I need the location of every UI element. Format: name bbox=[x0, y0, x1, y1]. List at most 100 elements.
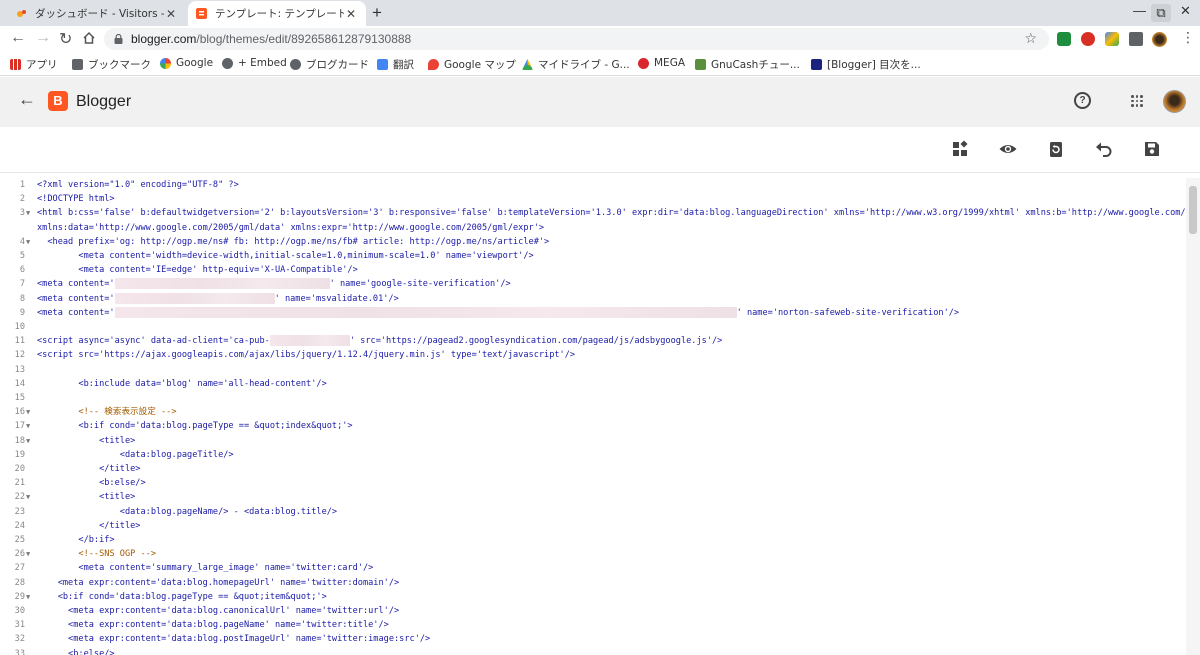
extension-sitemap-icon[interactable] bbox=[1105, 32, 1119, 46]
line-number: 1 bbox=[19, 180, 25, 190]
code-line[interactable]: 5 <meta content='width=device-width,init… bbox=[0, 249, 1185, 263]
help-icon[interactable]: ? bbox=[1074, 92, 1091, 109]
fold-arrow-icon[interactable]: ▼ bbox=[26, 547, 30, 561]
fold-arrow-icon[interactable]: ▼ bbox=[26, 405, 30, 419]
fold-arrow-icon[interactable]: ▼ bbox=[26, 490, 30, 504]
code-line[interactable]: 22 ▼ <title> bbox=[0, 490, 1185, 504]
code-line[interactable]: 30 <meta expr:content='data:blog.canonic… bbox=[0, 604, 1185, 618]
bookmark-blogcard[interactable]: ブログカード bbox=[290, 57, 369, 72]
code-line[interactable]: 19 <data:blog.pageTitle/> bbox=[0, 448, 1185, 462]
home-icon[interactable] bbox=[82, 31, 96, 45]
reload-icon[interactable]: ↻ bbox=[59, 29, 72, 49]
extensions-puzzle-icon[interactable] bbox=[1129, 32, 1143, 46]
bookmark-bookmarks-folder[interactable]: ブックマーク bbox=[72, 57, 151, 72]
extension-check-icon[interactable] bbox=[1057, 32, 1071, 46]
code-line[interactable]: 11 <script async='async' data-ad-client='… bbox=[0, 334, 1185, 348]
code-line[interactable]: 20 </title> bbox=[0, 462, 1185, 476]
code-line[interactable]: 17 ▼ <b:if cond='data:blog.pageType == &q… bbox=[0, 419, 1185, 433]
code-line[interactable]: 33 <b:else/> bbox=[0, 647, 1185, 655]
line-number: 20 bbox=[14, 464, 25, 474]
fold-arrow-icon[interactable]: ▼ bbox=[26, 419, 30, 433]
address-bar[interactable]: blogger.com/blog/themes/edit/89265861287… bbox=[104, 28, 1049, 50]
code-line[interactable]: 18 ▼ <title> bbox=[0, 434, 1185, 448]
code-line[interactable]: 9 <meta content=' ' name='norton-safeweb-s… bbox=[0, 306, 1185, 320]
undo-icon[interactable] bbox=[1094, 139, 1114, 159]
new-tab-button[interactable]: + bbox=[372, 3, 382, 23]
bookmark-star-icon[interactable]: ☆ bbox=[1024, 30, 1037, 47]
back-arrow-icon[interactable]: ← bbox=[18, 89, 36, 110]
code-line[interactable]: 28 <meta expr:content='data:blog.homepag… bbox=[0, 576, 1185, 590]
bookmark-blogger-toc[interactable]: [Blogger] 目次を... bbox=[811, 57, 921, 72]
code-text: </title> bbox=[37, 464, 141, 474]
fold-arrow-icon[interactable]: ▼ bbox=[26, 434, 30, 448]
google-apps-icon[interactable] bbox=[1131, 95, 1143, 107]
code-line[interactable]: 2 <!DOCTYPE html> bbox=[0, 192, 1185, 206]
restore-icon[interactable] bbox=[1046, 139, 1066, 159]
close-window-icon[interactable]: ✕ bbox=[1180, 3, 1191, 19]
tab-template-editor[interactable]: テンプレート: テンプレートの ✕ bbox=[188, 1, 366, 26]
code-line[interactable]: 32 <meta expr:content='data:blog.postIma… bbox=[0, 632, 1185, 646]
extension-mega-icon[interactable] bbox=[1081, 32, 1095, 46]
bookmark-translate[interactable]: 翻訳 bbox=[377, 57, 414, 72]
save-icon[interactable] bbox=[1142, 139, 1162, 159]
bookmark-gnucash[interactable]: GnuCashチュー... bbox=[695, 57, 800, 72]
line-number: 21 bbox=[14, 478, 25, 489]
minimize-icon[interactable]: — bbox=[1133, 3, 1146, 18]
line-number: 11 bbox=[14, 336, 25, 347]
code-line[interactable]: 13 bbox=[0, 363, 1185, 377]
drive-icon bbox=[522, 59, 533, 70]
fold-arrow-icon[interactable]: ▼ bbox=[26, 235, 30, 249]
bookmark-apps[interactable]: アプリ bbox=[10, 57, 58, 72]
code-line[interactable]: 29 ▼ <b:if cond='data:blog.pageType == &q… bbox=[0, 590, 1185, 604]
code-line[interactable]: 27 <meta content='summary_large_image' n… bbox=[0, 561, 1185, 575]
code-line[interactable]: 15 bbox=[0, 391, 1185, 405]
widgets-icon[interactable] bbox=[950, 139, 970, 159]
code-text: <b:if cond='data:blog.pageType == &quot;… bbox=[37, 421, 353, 432]
code-line[interactable]: 24 </title> bbox=[0, 519, 1185, 533]
code-line[interactable]: 25 </b:if> bbox=[0, 533, 1185, 547]
code-editor[interactable]: 1 <?xml version="1.0" encoding="UTF-8" ?>… bbox=[0, 178, 1200, 655]
code-line[interactable]: 3 ▼ <html b:css='false' b:defaultwidgetver… bbox=[0, 206, 1200, 220]
profile-avatar-icon[interactable] bbox=[1152, 32, 1167, 47]
tab-dashboard[interactable]: ダッシュボード - Visitors - Vi ✕ bbox=[8, 1, 186, 26]
bookmark-mega[interactable]: MEGA bbox=[638, 57, 685, 69]
bookmark-embed[interactable]: + Embed bbox=[222, 57, 287, 69]
app-name: Blogger bbox=[76, 93, 132, 110]
code-line[interactable]: xmlns:data='http://www.google.com/2005/g… bbox=[0, 221, 1185, 235]
close-tab-icon[interactable]: ✕ bbox=[164, 7, 178, 21]
code-line[interactable]: 7 <meta content=' ' name='google-site-veri… bbox=[0, 277, 1185, 291]
code-line[interactable]: 31 <meta expr:content='data:blog.pageNam… bbox=[0, 618, 1185, 632]
code-line[interactable]: 14 <b:include data='blog' name='all-head… bbox=[0, 377, 1185, 391]
apps-grid-icon bbox=[10, 59, 21, 70]
code-line[interactable]: 12 <script src='https://ajax.googleapis.c… bbox=[0, 348, 1185, 362]
code-line[interactable]: 1 <?xml version="1.0" encoding="UTF-8" ?> bbox=[0, 178, 1185, 192]
bookmark-google[interactable]: Google bbox=[160, 57, 213, 69]
line-number: 23 bbox=[14, 506, 25, 517]
code-line[interactable]: 21 <b:else/> bbox=[0, 476, 1185, 490]
code-line[interactable]: 16 ▼ <!-- 検索表示設定 --> bbox=[0, 405, 1185, 419]
preview-eye-icon[interactable] bbox=[998, 139, 1018, 159]
code-line[interactable]: 26 ▼ <!--SNS OGP --> bbox=[0, 547, 1185, 561]
code-line[interactable]: 6 <meta content='IE=edge' http-equiv='X-… bbox=[0, 263, 1185, 277]
code-text: <!--SNS OGP --> bbox=[78, 549, 157, 560]
vertical-scrollbar[interactable] bbox=[1186, 178, 1200, 655]
line-number: 14 bbox=[14, 378, 25, 389]
restore-window-icon[interactable]: ⧉ bbox=[1151, 4, 1171, 22]
forward-icon[interactable]: → bbox=[35, 29, 51, 47]
fold-arrow-icon[interactable]: ▼ bbox=[26, 206, 30, 220]
code-line[interactable]: 10 bbox=[0, 320, 1185, 334]
code-line[interactable]: 4 ▼ <head prefix='og: http://ogp.me/ns# f… bbox=[0, 235, 1185, 249]
code-text: <script async='async' data-ad-client='ca… bbox=[37, 335, 723, 347]
fold-arrow-icon[interactable]: ▼ bbox=[26, 590, 30, 604]
scrollbar-thumb[interactable] bbox=[1189, 186, 1197, 234]
browser-menu-icon[interactable]: ⋮ bbox=[1181, 29, 1195, 46]
code-line[interactable]: 8 <meta content=' ' name='msvalidate.01'/> bbox=[0, 292, 1185, 306]
user-avatar[interactable] bbox=[1163, 90, 1186, 113]
back-icon[interactable]: ← bbox=[10, 29, 26, 47]
close-tab-icon[interactable]: ✕ bbox=[344, 7, 358, 21]
line-number: 22 bbox=[14, 492, 25, 503]
bookmark-my-drive[interactable]: マイドライブ - G... bbox=[522, 57, 630, 72]
line-number: 24 bbox=[14, 520, 25, 531]
code-line[interactable]: 23 <data:blog.pageName/> - <data:blog.ti… bbox=[0, 505, 1185, 519]
bookmark-google-maps[interactable]: Google マップ bbox=[428, 57, 516, 72]
